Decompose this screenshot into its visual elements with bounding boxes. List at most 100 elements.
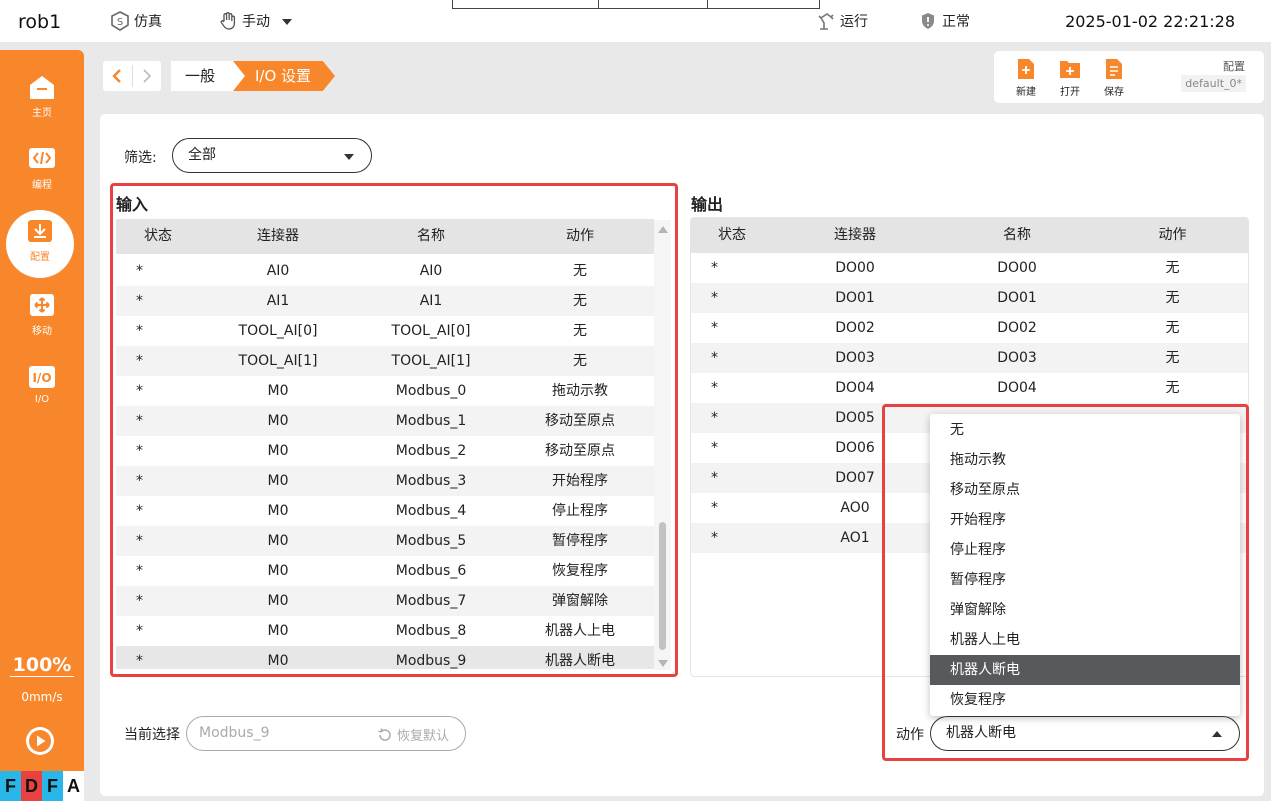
table-row[interactable]: * TOOL_AI[0] TOOL_AI[0] 无 <box>116 316 654 346</box>
open-config-button[interactable]: 打开 <box>1052 57 1088 98</box>
table-cell: 移动至原点 <box>545 443 615 459</box>
table-cell: * <box>136 473 143 489</box>
nav-home[interactable]: 主页 <box>0 74 84 134</box>
dropdown-option[interactable]: 停止程序 <box>930 535 1240 565</box>
column-header[interactable]: 状态 <box>691 218 773 253</box>
filter-select[interactable]: 全部 <box>172 138 372 173</box>
normal-status: 正常 <box>918 11 970 31</box>
save-config-button[interactable]: 保存 <box>1096 57 1132 98</box>
nav-config[interactable]: 配置 <box>6 210 74 278</box>
table-row[interactable]: * M0 Modbus_7 弹窗解除 <box>116 586 654 616</box>
dropdown-option[interactable]: 机器人断电 <box>930 655 1240 685</box>
robot-name[interactable]: rob1 <box>18 11 61 33</box>
column-header[interactable]: 连接器 <box>200 219 356 254</box>
breadcrumb-general[interactable]: 一般 <box>171 61 235 91</box>
column-header[interactable]: 名称 <box>356 219 506 254</box>
chevron-down-icon <box>344 154 354 160</box>
action-dropdown-menu[interactable]: 无拖动示教 移动至原点 开始程序 停止程序 暂停程序 弹窗解除 机器人上电 机器人断电 恢复程序 <box>930 414 1240 716</box>
column-header[interactable]: 名称 <box>937 218 1097 253</box>
dropdown-option[interactable]: 弹窗解除 <box>930 595 1240 625</box>
sidebar: 主页 编程 配置 移动 I/O I/O 100% 0mm/s F D F A <box>0 50 84 801</box>
dropdown-option[interactable]: 暂停程序 <box>930 565 1240 595</box>
table-cell: AI1 <box>266 293 290 309</box>
table-cell: 无 <box>1165 380 1180 396</box>
table-row[interactable]: * DO04 DO04 无 <box>691 373 1248 403</box>
play-icon <box>29 730 51 752</box>
nav-io[interactable]: I/O I/O <box>0 364 84 424</box>
column-header[interactable]: 动作 <box>506 219 654 254</box>
table-cell: * <box>136 443 143 459</box>
table-row[interactable]: * DO00 DO00 无 <box>691 253 1248 283</box>
column-header[interactable]: 状态 <box>116 219 200 254</box>
table-row[interactable]: * M0 Modbus_1 移动至原点 <box>116 406 654 436</box>
table-cell: 暂停程序 <box>552 533 608 549</box>
dropdown-option[interactable]: 恢复程序 <box>930 685 1240 715</box>
table-cell: DO01 <box>997 290 1037 306</box>
normal-label: 正常 <box>942 14 970 30</box>
back-button[interactable] <box>103 61 132 91</box>
table-row[interactable]: * M0 Modbus_9 机器人断电 <box>116 646 654 669</box>
nav-move[interactable]: 移动 <box>0 292 84 352</box>
table-row[interactable]: * AI1 AI1 无 <box>116 286 654 316</box>
dropdown-option[interactable]: 拖动示教 <box>930 445 1240 475</box>
open-config-label: 打开 <box>1060 87 1080 98</box>
column-header[interactable]: 连接器 <box>773 218 937 253</box>
table-cell: Modbus_8 <box>395 623 467 639</box>
speed-percent[interactable]: 100% <box>0 654 84 676</box>
table-row[interactable]: * DO01 DO01 无 <box>691 283 1248 313</box>
reset-default-button[interactable]: 恢复默认 <box>377 725 449 744</box>
table-row[interactable]: * DO03 DO03 无 <box>691 343 1248 373</box>
table-row[interactable]: * M0 Modbus_6 恢复程序 <box>116 556 654 586</box>
hand-icon <box>220 12 236 30</box>
table-cell: DO00 <box>997 260 1037 276</box>
current-selection-label: 当前选择 <box>124 727 180 743</box>
breadcrumb-io-settings[interactable]: I/O 设置 <box>233 61 335 91</box>
brand-letter: F <box>0 771 21 801</box>
table-row[interactable]: * TOOL_AI[1] TOOL_AI[1] 无 <box>116 346 654 376</box>
table-row[interactable]: * M0 Modbus_2 移动至原点 <box>116 436 654 466</box>
input-table: 状态 连接器 名称 动作 * AI0 AI0 无 * AI1 AI1 无 * TOOL_AI[0] TOO… <box>116 219 654 669</box>
table-cell: DO05 <box>835 410 875 426</box>
dropdown-option[interactable]: 无 <box>930 415 1240 445</box>
play-button[interactable] <box>26 727 54 755</box>
manual-label: 手动 <box>242 14 270 30</box>
forward-button[interactable] <box>132 61 161 91</box>
table-row[interactable]: * M0 Modbus_4 停止程序 <box>116 496 654 526</box>
robot-arm-icon <box>818 13 834 30</box>
input-scrollbar[interactable] <box>654 220 671 670</box>
table-cell: * <box>711 350 718 366</box>
new-config-button[interactable]: 新建 <box>1008 57 1044 98</box>
simulation-mode[interactable]: S 仿真 <box>110 11 162 31</box>
table-row[interactable]: * M0 Modbus_5 暂停程序 <box>116 526 654 556</box>
table-row[interactable]: * DO02 DO02 无 <box>691 313 1248 343</box>
action-select[interactable]: 机器人断电 <box>930 716 1240 751</box>
dropdown-option[interactable]: 机器人上电 <box>930 625 1240 655</box>
chevron-up-icon <box>1212 731 1222 737</box>
save-icon <box>1106 59 1122 79</box>
nav-program[interactable]: 编程 <box>0 146 84 206</box>
dropdown-option[interactable]: 开始程序 <box>930 505 1240 535</box>
table-cell: 移动至原点 <box>545 413 615 429</box>
scroll-down-icon[interactable] <box>658 660 668 667</box>
manual-mode-select[interactable]: 手动 <box>218 11 292 31</box>
table-cell: 开始程序 <box>552 473 608 489</box>
brand-letter: A <box>63 771 84 801</box>
table-row[interactable]: * M0 Modbus_3 开始程序 <box>116 466 654 496</box>
table-row[interactable]: * M0 Modbus_0 拖动示教 <box>116 376 654 406</box>
table-cell: AO1 <box>840 530 870 546</box>
table-cell: 无 <box>1165 260 1180 276</box>
table-cell: M0 <box>267 383 289 399</box>
table-row[interactable]: * AI0 AI0 无 <box>116 256 654 286</box>
table-cell: * <box>136 503 143 519</box>
dropdown-option[interactable]: 移动至原点 <box>930 475 1240 505</box>
input-table-header: 状态 连接器 名称 动作 <box>116 219 654 254</box>
table-cell: M0 <box>267 443 289 459</box>
table-cell: AI0 <box>266 263 290 279</box>
new-file-icon <box>1018 59 1034 79</box>
table-row[interactable]: * M0 Modbus_8 机器人上电 <box>116 616 654 646</box>
column-header[interactable]: 动作 <box>1097 218 1248 253</box>
table-cell: * <box>711 290 718 306</box>
config-name[interactable]: default_0* <box>1181 75 1246 92</box>
scroll-up-icon[interactable] <box>658 226 668 233</box>
scroll-thumb[interactable] <box>659 522 666 650</box>
